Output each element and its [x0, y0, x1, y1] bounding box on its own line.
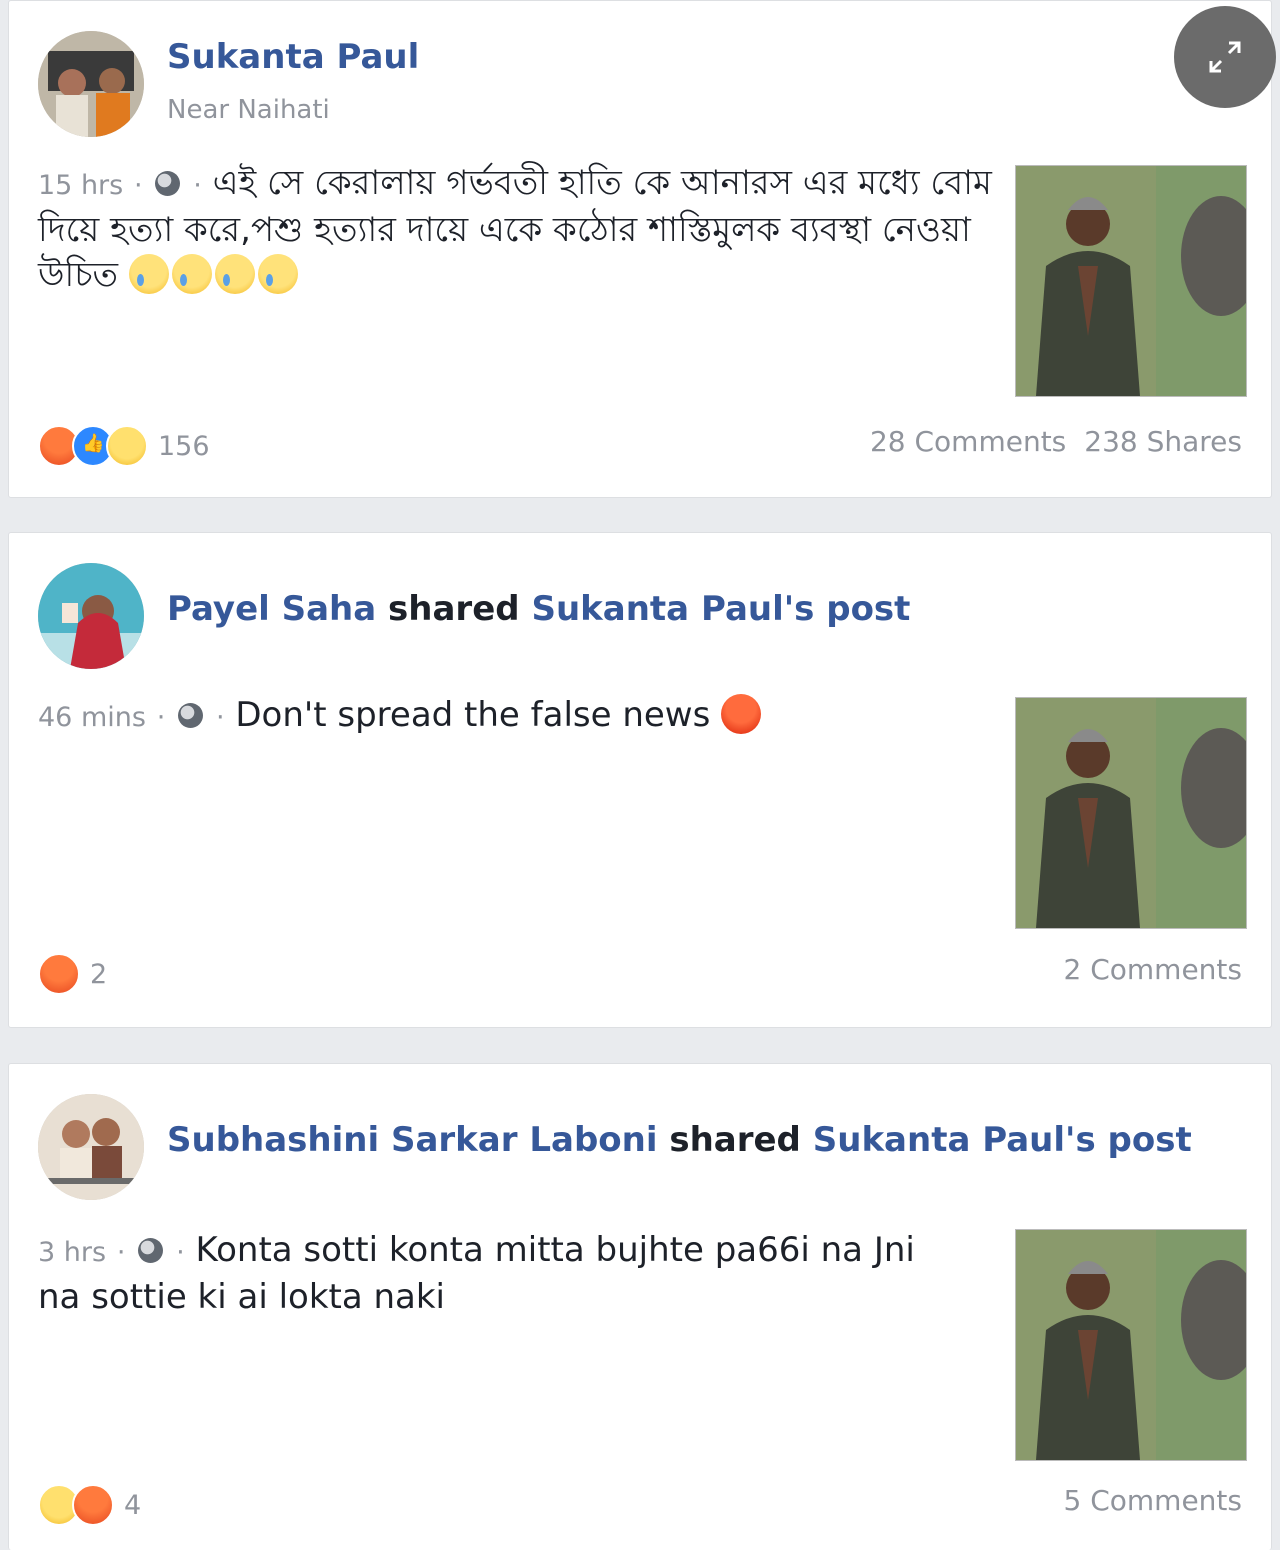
expand-icon [1209, 41, 1241, 73]
reaction-count: 156 [158, 430, 210, 462]
post-time[interactable]: 3 hrs [38, 1237, 106, 1268]
post-image-thumbnail[interactable] [1015, 1229, 1247, 1461]
sharer-name[interactable]: Subhashini Sarkar Laboni [167, 1120, 658, 1160]
reaction-count: 4 [124, 1489, 142, 1521]
original-post-link[interactable]: Sukanta Paul's post [531, 589, 910, 629]
share-verb: shared [669, 1120, 801, 1160]
post-stats: 2 Comments [1064, 953, 1243, 986]
crying-emoji-icon [257, 254, 298, 294]
comments-link[interactable]: 5 Comments [1064, 1484, 1243, 1517]
reaction-count: 2 [90, 958, 108, 990]
post-time[interactable]: 46 mins [38, 702, 146, 733]
sharer-name[interactable]: Payel Saha [167, 589, 376, 629]
separator: · [134, 170, 143, 201]
sad-reaction-icon [106, 425, 148, 467]
post-stats: 5 Comments [1064, 1484, 1243, 1517]
author-avatar[interactable] [38, 31, 144, 137]
angry-reaction-icon [72, 1484, 114, 1526]
share-verb: shared [388, 589, 520, 629]
globe-icon[interactable] [138, 1238, 164, 1263]
share-header: Subhashini Sarkar Laboni shared Sukanta … [167, 1120, 1192, 1160]
share-header: Payel Saha shared Sukanta Paul's post [167, 589, 910, 629]
post-body: 46 mins · · Don't spread the false news [38, 693, 998, 740]
post-body: 15 hrs · · এই সে কেরালায় গর্ভবতী হাতি ক… [38, 161, 998, 298]
reactions-summary[interactable]: 2 [38, 951, 107, 997]
post-time[interactable]: 15 hrs [38, 170, 123, 201]
original-post-link[interactable]: Sukanta Paul's post [813, 1120, 1192, 1160]
crying-emoji-icon [214, 254, 255, 294]
separator: · [215, 702, 225, 733]
post-stats: 28 Comments 238 Shares [870, 425, 1242, 458]
post-body: 3 hrs · · Konta sotti konta mitta bujhte… [38, 1228, 918, 1320]
angry-reaction-icon [38, 953, 80, 995]
post-text: Konta sotti konta mitta bujhte pa66i na … [38, 1230, 915, 1317]
reactions-summary[interactable]: 4 [38, 1482, 141, 1528]
expand-button[interactable] [1174, 6, 1276, 108]
post-image-thumbnail[interactable] [1015, 165, 1247, 397]
separator: · [193, 170, 202, 201]
separator: · [156, 702, 166, 733]
globe-icon[interactable] [155, 171, 181, 196]
post-location[interactable]: Near Naihati [167, 95, 330, 125]
post-card: Sukanta Paul Near Naihati 15 hrs · · এই … [8, 0, 1272, 498]
author-avatar[interactable] [38, 563, 144, 669]
reactions-summary[interactable]: 156 [38, 423, 210, 469]
pouting-emoji-icon [721, 694, 762, 734]
post-card: Subhashini Sarkar Laboni shared Sukanta … [8, 1063, 1272, 1550]
comments-link[interactable]: 2 Comments [1064, 953, 1243, 986]
author-name[interactable]: Sukanta Paul [167, 37, 419, 77]
crying-emoji-icon [171, 254, 212, 294]
post-text: Don't spread the false news [235, 695, 711, 735]
separator: · [116, 1237, 126, 1268]
post-image-thumbnail[interactable] [1015, 697, 1247, 929]
crying-emoji-icon [128, 254, 169, 294]
post-card: Payel Saha shared Sukanta Paul's post 46… [8, 532, 1272, 1028]
comments-link[interactable]: 28 Comments [870, 425, 1066, 458]
shares-link[interactable]: 238 Shares [1084, 425, 1242, 458]
separator: · [176, 1237, 185, 1268]
author-avatar[interactable] [38, 1094, 144, 1200]
globe-icon[interactable] [178, 703, 204, 728]
